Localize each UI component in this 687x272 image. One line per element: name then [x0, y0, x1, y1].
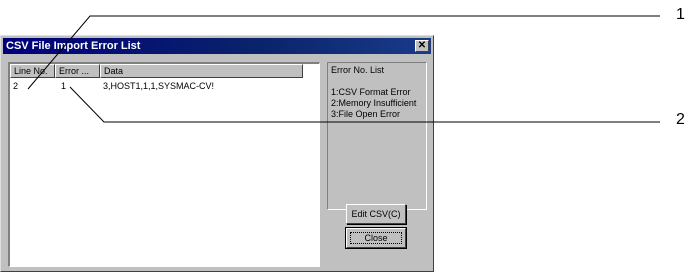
callout-number-2: 2: [676, 111, 685, 128]
callout-number-1: 1: [676, 6, 685, 23]
callout-lines: [27, 15, 660, 123]
callout-line-2: [69, 86, 660, 123]
callout-line-1: [27, 15, 660, 90]
